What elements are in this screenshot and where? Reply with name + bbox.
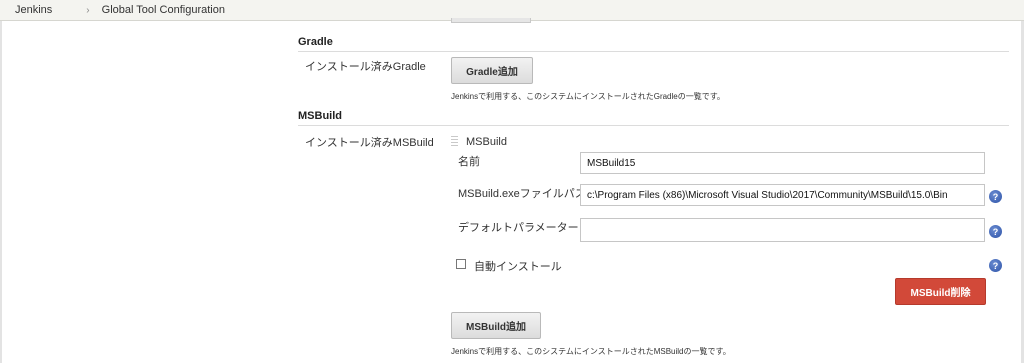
drag-handle-icon[interactable]: [451, 136, 458, 148]
gradle-divider: [298, 51, 1009, 52]
msbuild-path-input[interactable]: c:\Program Files (x86)\Microsoft Visual …: [580, 184, 985, 206]
auto-install-checkbox[interactable]: [456, 259, 466, 269]
add-gradle-button[interactable]: Gradle追加: [451, 57, 533, 84]
path-help-icon[interactable]: ?: [989, 190, 1002, 203]
left-border: [0, 21, 2, 363]
name-label: 名前: [458, 156, 480, 168]
installed-gradle-label: インストール済みGradle: [305, 61, 426, 73]
breadcrumb-global-tool-configuration-link[interactable]: Global Tool Configuration: [102, 4, 225, 16]
msbuild-section-title: MSBuild: [298, 110, 342, 122]
msbuild-name-input[interactable]: MSBuild15: [580, 152, 985, 174]
msbuild-help-text: Jenkinsで利用する、このシステムにインストールされたMSBuildの一覧で…: [451, 347, 731, 356]
previous-add-button[interactable]: [451, 18, 531, 23]
gradle-help-text: Jenkinsで利用する、このシステムにインストールされたGradleの一覧です…: [451, 92, 725, 101]
msbuild-path-label: MSBuild.exeファイルパス: [458, 188, 586, 200]
auto-install-label: 自動インストール: [474, 261, 562, 273]
msbuild-item-header: MSBuild: [466, 136, 507, 148]
add-msbuild-button[interactable]: MSBuild追加: [451, 312, 541, 339]
gradle-section-title: Gradle: [298, 36, 333, 48]
breadcrumb-jenkins-link[interactable]: Jenkins: [15, 4, 52, 16]
breadcrumb-separator-icon: ›: [86, 4, 90, 16]
installed-msbuild-label: インストール済みMSBuild: [305, 137, 434, 149]
msbuild-divider: [298, 125, 1009, 126]
delete-msbuild-button[interactable]: MSBuild削除: [895, 278, 986, 305]
parameters-help-icon[interactable]: ?: [989, 225, 1002, 238]
default-parameters-input[interactable]: [580, 218, 985, 242]
auto-install-help-icon[interactable]: ?: [989, 259, 1002, 272]
default-parameters-label: デフォルトパラメーター: [458, 222, 579, 234]
